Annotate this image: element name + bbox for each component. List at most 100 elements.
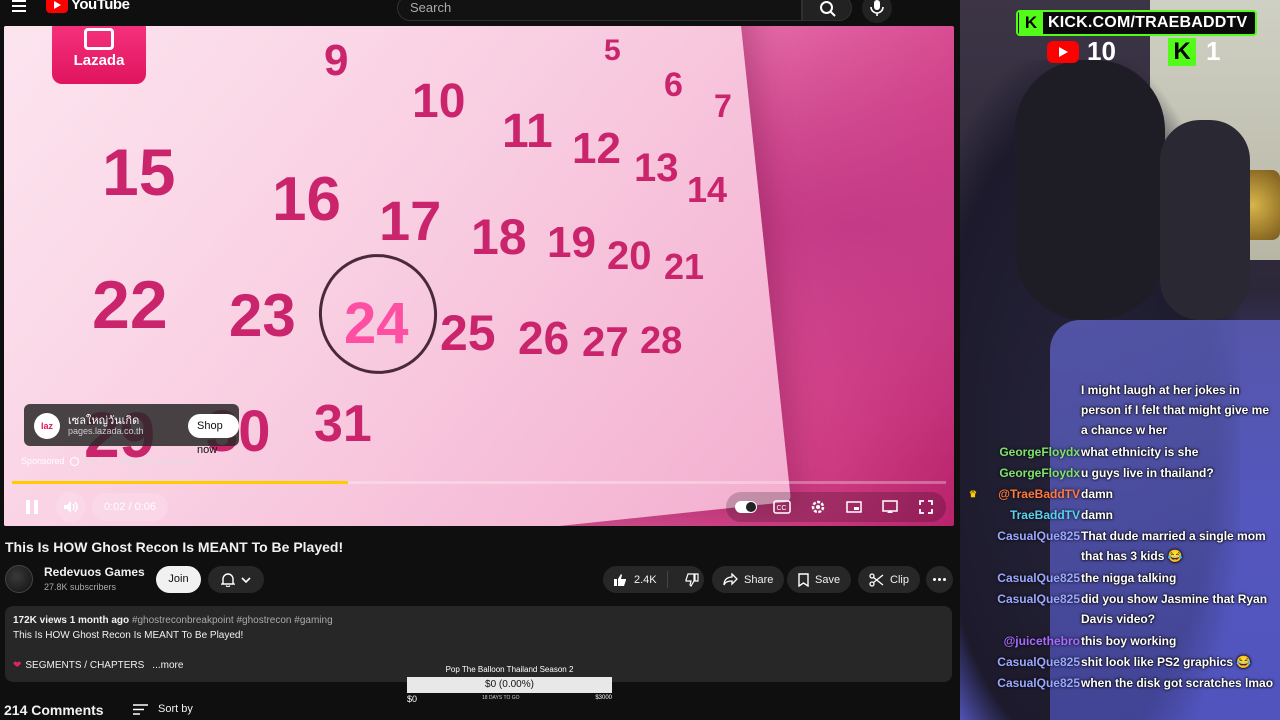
crown-icon: ♛: [969, 489, 978, 499]
fullscreen-button[interactable]: [912, 493, 940, 521]
chat-text: when the disk got scratches lmao: [1081, 676, 1274, 690]
share-label: Share: [744, 573, 774, 586]
chat-text: u guys live in thailand?: [1081, 466, 1214, 480]
comments-count: 214 Comments: [4, 702, 104, 718]
youtube-logo[interactable]: YouTube: [46, 0, 130, 13]
progress-bar[interactable]: [12, 481, 946, 484]
search-input[interactable]: Search: [397, 0, 802, 21]
sponsored-domain[interactable]: pages.lazada.co.th: [119, 456, 195, 466]
channel-avatar[interactable]: [5, 565, 33, 593]
ad-overlay-card[interactable]: laz เซลใหญ่วันเกิด pages.lazada.co.th Sh…: [24, 404, 239, 456]
save-button[interactable]: Save: [787, 566, 852, 593]
share-button[interactable]: Share: [712, 566, 785, 593]
goal-target: $3000: [595, 695, 612, 701]
calendar-day-18: 18: [471, 209, 527, 265]
kick-logo-icon: K: [1019, 12, 1043, 34]
lazada-logo: Lazada: [52, 26, 146, 84]
youtube-play-icon: [46, 0, 68, 13]
chat-username: CasualQue825: [997, 655, 1080, 669]
volume-button[interactable]: [56, 492, 86, 522]
sponsored-label-row: Sponsored 1 of 2 · pages.lazada.co.th: [21, 456, 195, 466]
calendar-day-25: 25: [440, 305, 496, 361]
bookmark-icon: [798, 572, 809, 587]
pause-button[interactable]: [17, 492, 47, 522]
chat-text: did you show Jasmine that Ryan Davis vid…: [1081, 592, 1268, 626]
thumbs-down-icon: [685, 572, 699, 587]
settings-button[interactable]: [804, 493, 832, 521]
pause-icon: [26, 500, 30, 514]
calendar-day-6: 6: [664, 66, 683, 104]
show-more-link[interactable]: ...more: [152, 660, 183, 671]
info-icon[interactable]: [69, 456, 79, 466]
like-button[interactable]: 2.4K: [603, 571, 668, 588]
chat-username: CasualQue825: [997, 571, 1080, 585]
autoplay-toggle[interactable]: [732, 493, 760, 521]
goal-title: Pop The Balloon Thailand Season 2: [445, 665, 574, 674]
cast-button[interactable]: [876, 493, 904, 521]
voice-search-button[interactable]: [862, 0, 892, 23]
time-display: 0:02 / 0:06: [92, 493, 168, 521]
fullscreen-icon: [919, 500, 933, 514]
dislike-button[interactable]: [674, 572, 709, 587]
ad-card-domain: pages.lazada.co.th: [68, 426, 144, 436]
sort-by-button[interactable]: Sort by: [133, 703, 193, 715]
goal-start: $0: [407, 694, 418, 704]
hashtags[interactable]: #ghostreconbreakpoint #ghostrecon #gamin…: [132, 615, 333, 626]
segments-text: SEGMENTS / CHAPTERS: [25, 660, 145, 671]
chat-text: what ethnicity is she: [1081, 445, 1199, 459]
chat-overlay: I might laugh at her jokes in person if …: [962, 380, 1280, 720]
cast-icon: [882, 500, 898, 513]
clip-label: Clip: [890, 573, 909, 586]
segments-line: ❤ SEGMENTS / CHAPTERS ...more: [13, 660, 183, 671]
calendar-day-19: 19: [547, 218, 596, 267]
video-title: This Is HOW Ghost Recon Is MEANT To Be P…: [5, 539, 344, 555]
calendar-day-9: 9: [324, 36, 349, 85]
kick-viewers: 1: [1206, 36, 1221, 66]
chat-username: CasualQue825: [997, 529, 1080, 543]
views-date-text: 172K views 1 month ago: [13, 615, 130, 626]
bell-icon: [221, 573, 235, 587]
chat-text: damn: [1081, 487, 1114, 501]
calendar-day-17: 17: [379, 189, 442, 252]
captions-button[interactable]: CC: [768, 493, 796, 521]
like-count: 2.4K: [634, 573, 657, 586]
chat-username: GeorgeFloydx: [999, 445, 1080, 459]
chat-username: CasualQue825: [997, 676, 1080, 690]
player-right-controls: CC: [726, 492, 946, 522]
calendar-day-21: 21: [664, 246, 705, 287]
chat-text: shit look like PS2 graphics 😂: [1081, 655, 1252, 669]
thumbs-up-icon: [614, 573, 626, 586]
youtube-viewers: 10: [1087, 36, 1116, 66]
subscribe-bell-button[interactable]: [208, 566, 264, 593]
search-button[interactable]: [802, 0, 852, 21]
calendar-day-31: 31: [314, 395, 372, 453]
chat-username: @TraeBaddTV: [998, 487, 1080, 501]
calendar-day-14: 14: [687, 169, 728, 210]
channel-name[interactable]: Redevuos Games: [44, 565, 145, 579]
view-count-date: 172K views 1 month ago #ghostreconbreakp…: [13, 615, 333, 626]
calendar-day-5: 5: [604, 34, 621, 67]
chat-text: damn: [1081, 508, 1114, 522]
youtube-logo-text: YouTube: [71, 0, 130, 13]
video-player[interactable]: 9101112131415161718192021222324252627282…: [4, 26, 954, 526]
chat-text: That dude married a single mom that has …: [1081, 529, 1266, 563]
goal-days: 18 DAYS TO GO: [482, 695, 520, 701]
youtube-window: YouTube Search 9 10 11 12 13 14 15 16 17 18 19 20 21…: [0, 0, 960, 720]
shop-now-button[interactable]: Shop now: [188, 414, 239, 456]
chat-username: CasualQue825: [997, 592, 1080, 606]
goal-footer: $0 18 DAYS TO GO $3000: [407, 693, 612, 705]
calendar-day-26: 26: [518, 312, 570, 364]
search-icon: [820, 1, 836, 17]
description-line: This Is HOW Ghost Recon Is MEANT To Be P…: [13, 630, 244, 641]
hamburger-menu-icon[interactable]: [12, 0, 26, 12]
calendar-day-12: 12: [572, 124, 621, 173]
more-actions-button[interactable]: [926, 566, 953, 593]
autoplay-icon: [735, 501, 757, 513]
sponsored-label: Sponsored: [21, 456, 65, 466]
join-button[interactable]: Join: [156, 566, 201, 593]
kick-icon: K: [1168, 37, 1196, 66]
youtube-viewer-count: 10: [1047, 36, 1116, 67]
clip-button[interactable]: Clip: [858, 566, 920, 593]
miniplayer-button[interactable]: [840, 493, 868, 521]
captions-icon: CC: [773, 500, 791, 514]
